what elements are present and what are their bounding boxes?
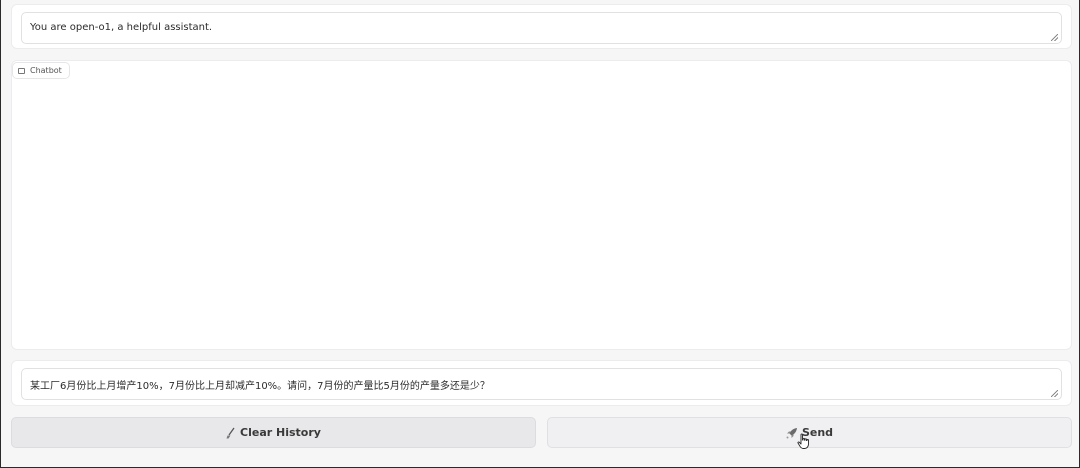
- chatbot-panel: Chatbot: [11, 60, 1072, 350]
- user-message-textarea[interactable]: 某工厂6月份比上月增产10%，7月份比上月却减产10%。请问，7月份的产量比5月…: [21, 368, 1062, 400]
- clear-history-button[interactable]: Clear History: [11, 417, 536, 448]
- clear-history-label: Clear History: [240, 426, 321, 439]
- system-prompt-value: You are open-o1, a helpful assistant.: [30, 22, 213, 33]
- user-input-block: 某工厂6月份比上月增产10%，7月份比上月却减产10%。请问，7月份的产量比5月…: [11, 360, 1072, 406]
- broom-icon: [226, 427, 236, 439]
- chatbot-label-text: Chatbot: [30, 66, 62, 75]
- system-prompt-textarea[interactable]: You are open-o1, a helpful assistant.: [21, 12, 1062, 44]
- hand-pointer-cursor-icon: [797, 433, 810, 450]
- chatbot-label: Chatbot: [12, 62, 70, 79]
- app-page: You are open-o1, a helpful assistant. Ch…: [0, 0, 1080, 468]
- system-prompt-block: You are open-o1, a helpful assistant.: [11, 4, 1072, 49]
- resize-grip-icon[interactable]: [1051, 390, 1058, 397]
- resize-grip-icon[interactable]: [1051, 34, 1058, 41]
- user-message-value: 某工厂6月份比上月增产10%，7月份比上月却减产10%。请问，7月份的产量比5月…: [30, 381, 490, 392]
- chat-bubble-icon: [18, 67, 25, 74]
